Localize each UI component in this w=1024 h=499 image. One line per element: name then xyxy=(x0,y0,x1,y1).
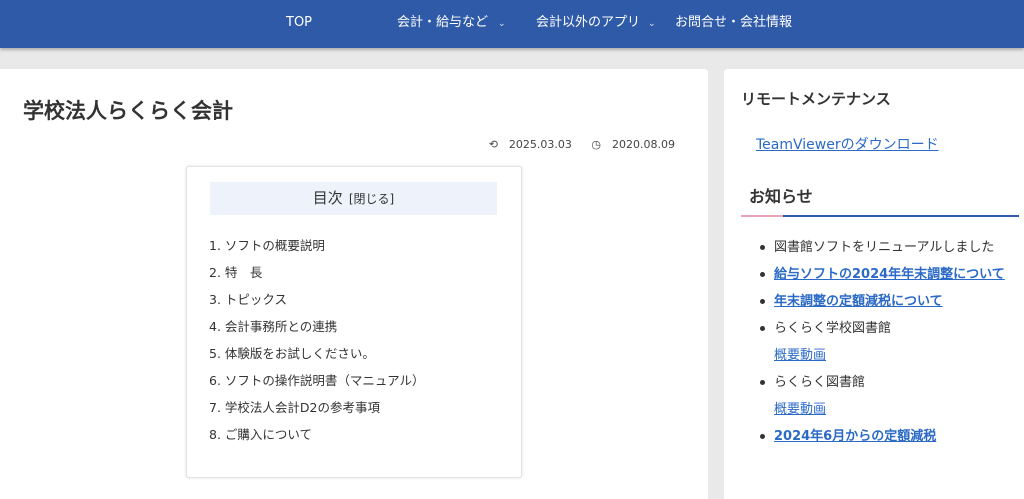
toc-list: 1. ソフトの概要説明 2. 特 長 3. トピックス 4. 会計事務所との連携… xyxy=(209,235,425,451)
updated-date-value: 2025.03.03 xyxy=(508,138,572,151)
history-icon: ⟲ xyxy=(488,138,498,151)
heading-underline xyxy=(783,215,1019,217)
toc-toggle-button[interactable]: [閉じる] xyxy=(349,192,394,206)
toc-header: 目次 [閉じる] xyxy=(210,182,497,215)
toc-item[interactable]: 8. ご購入について xyxy=(209,424,425,451)
table-of-contents: 目次 [閉じる] 1. ソフトの概要説明 2. 特 長 3. トピックス 4. 会… xyxy=(186,166,522,478)
news-text: 図書館ソフトをリニューアルしました xyxy=(774,240,995,255)
news-link-june-tax-reduction[interactable]: 2024年6月からの定額減税 xyxy=(774,429,936,444)
toc-item[interactable]: 5. 体験版をお試しください。 xyxy=(209,343,425,370)
list-item: 2024年6月からの定額減税 xyxy=(760,423,1020,450)
toc-item[interactable]: 1. ソフトの概要説明 xyxy=(209,235,425,262)
updated-date: ⟲ 2025.03.03 xyxy=(481,138,572,151)
chevron-down-icon: ⌄ xyxy=(498,19,506,29)
top-navbar: TOP 会計・給与など ⌄ 会計以外のアプリ ⌄ お問合せ・会社情報 xyxy=(0,0,1024,48)
chevron-down-icon: ⌄ xyxy=(648,19,656,29)
news-link-tax-reduction[interactable]: 年末調整の定額減税について xyxy=(774,294,943,309)
nav-accounting-label: 会計・給与など xyxy=(397,15,489,30)
heading-underline-accent xyxy=(741,215,783,217)
toc-item[interactable]: 7. 学校法人会計D2の参考事項 xyxy=(209,397,425,424)
published-date-value: 2020.08.09 xyxy=(612,138,675,151)
list-item: 年末調整の定額減税について xyxy=(760,288,1020,315)
page-title: 学校法人らくらく会計 xyxy=(23,99,233,123)
nav-accounting-payroll[interactable]: 会計・給与など ⌄ xyxy=(397,0,506,48)
news-text: らくらく学校図書館 xyxy=(774,321,892,336)
toc-item[interactable]: 6. ソフトの操作説明書（マニュアル） xyxy=(209,370,425,397)
list-item: 図書館ソフトをリニューアルしました xyxy=(760,234,1020,261)
nav-contact-company[interactable]: お問合せ・会社情報 xyxy=(675,0,792,48)
news-text: らくらく図書館 xyxy=(774,375,866,390)
toc-item[interactable]: 2. 特 長 xyxy=(209,262,425,289)
nav-top-label: TOP xyxy=(286,15,313,30)
published-date: ◷ 2020.08.09 xyxy=(583,138,675,151)
nav-other-apps-label: 会計以外のアプリ xyxy=(536,15,641,30)
toc-item[interactable]: 4. 会計事務所との連携 xyxy=(209,316,425,343)
overview-video-link[interactable]: 概要動画 xyxy=(774,396,1020,423)
toc-item[interactable]: 3. トピックス xyxy=(209,289,425,316)
news-link-payroll-year-end[interactable]: 給与ソフトの2024年年末調整について xyxy=(774,267,1005,282)
news-list: 図書館ソフトをリニューアルしました 給与ソフトの2024年年末調整について 年末… xyxy=(760,234,1020,450)
overview-video-link[interactable]: 概要動画 xyxy=(774,342,1020,369)
news-heading: お知らせ xyxy=(749,187,813,206)
nav-contact-label: お問合せ・会社情報 xyxy=(675,15,793,30)
article-dates: ⟲ 2025.03.03 ◷ 2020.08.09 xyxy=(473,138,675,151)
list-item: らくらく学校図書館 概要動画 xyxy=(760,315,1020,369)
remote-maintenance-heading: リモートメンテナンス xyxy=(741,90,891,108)
nav-top[interactable]: TOP xyxy=(286,0,312,48)
clock-icon: ◷ xyxy=(591,138,602,151)
teamviewer-download-link[interactable]: TeamViewerのダウンロード xyxy=(756,134,939,154)
list-item: らくらく図書館 概要動画 xyxy=(760,369,1020,423)
nav-other-apps[interactable]: 会計以外のアプリ ⌄ xyxy=(536,0,656,48)
list-item: 給与ソフトの2024年年末調整について xyxy=(760,261,1020,288)
toc-title: 目次 xyxy=(312,189,343,207)
